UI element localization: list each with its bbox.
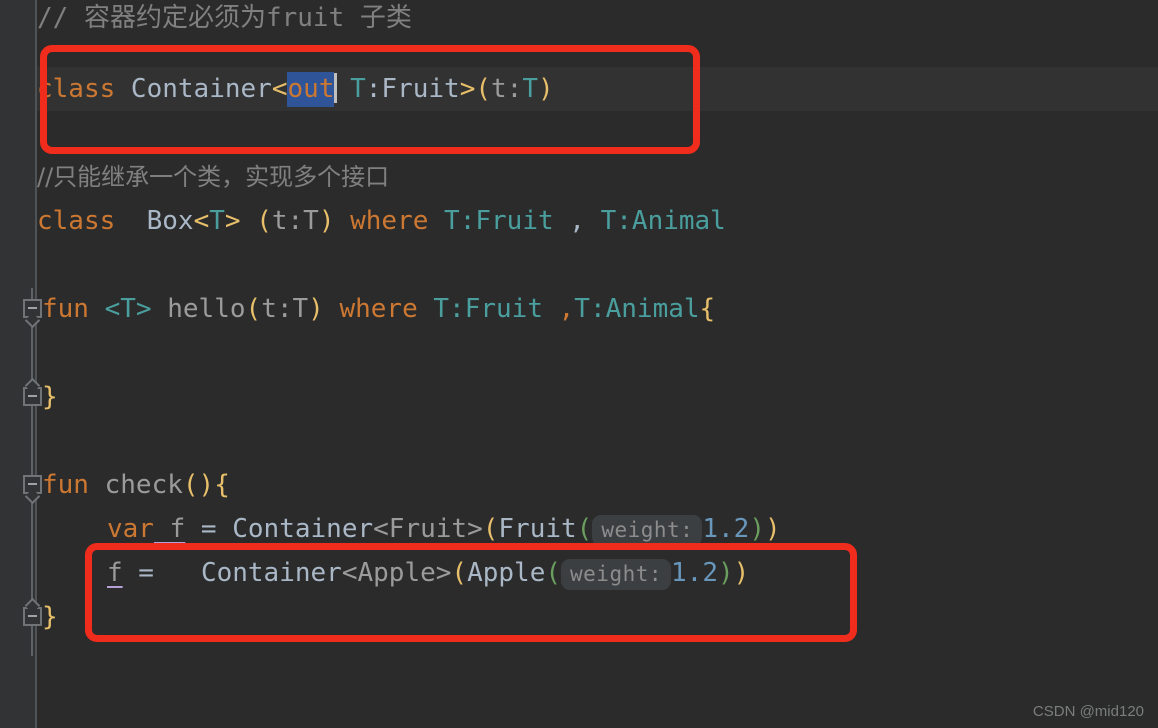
check-paren-close: )	[198, 470, 215, 500]
fold-rail-gap-2	[31, 626, 33, 656]
box-constraint-1: T:Fruit	[428, 206, 570, 236]
box-angle-open: <	[193, 206, 210, 236]
hello-param: t:T	[261, 294, 309, 324]
code-line-fun-hello[interactable]: fun <T> hello(t:T) where T:Fruit ,T:Anim…	[42, 287, 715, 331]
var-arg-paren-open: (	[576, 514, 593, 544]
assign-equals: =	[122, 558, 201, 588]
code-line-class-box[interactable]: class Box<T> (t:T) where T:Fruit , T:Ani…	[37, 199, 726, 243]
type-arg-apple: Apple	[357, 558, 436, 588]
kw-var: var	[107, 514, 154, 544]
colon-1: :	[365, 74, 382, 104]
code-line-comment-2[interactable]: //只能继承一个类，实现多个接口	[37, 155, 389, 199]
fold-marker-hello-open[interactable]	[23, 299, 42, 318]
box-type-param-t: T	[209, 206, 225, 236]
type-fruit: Fruit	[381, 74, 460, 104]
paren-close: )	[537, 74, 554, 104]
kw-where-box: where	[350, 206, 429, 236]
code-editor[interactable]: // 容器约定必须为fruit 子类 class Container<out T…	[0, 0, 1158, 728]
fun-name-check: check	[88, 470, 183, 500]
kw-fun-hello: fun	[42, 294, 89, 324]
var-paren-close: )	[764, 514, 781, 544]
type-arg-fruit: Fruit	[388, 514, 468, 544]
box-paren-close: )	[318, 206, 351, 236]
check-open-brace: {	[214, 470, 230, 500]
hello-open-brace: {	[699, 294, 716, 324]
assign-paren-open: (	[451, 558, 468, 588]
param-hint-weight-1: weight:	[592, 515, 703, 546]
kw-class-box: class	[37, 206, 116, 236]
hello-generic: <T>	[88, 294, 168, 324]
var-angle-close: >	[467, 514, 483, 544]
hello-constraint-2: T:Animal	[574, 294, 700, 324]
param-type-t: T	[522, 74, 538, 104]
arg-ctor-fruit: Fruit	[498, 514, 577, 544]
arg-ctor-apple: Apple	[467, 558, 546, 588]
param-t: t	[491, 74, 507, 104]
box-comma: ,	[569, 206, 585, 236]
assign-paren-close: )	[733, 558, 750, 588]
space-after-out	[334, 74, 350, 104]
fold-marker-check-close[interactable]	[23, 607, 42, 626]
selected-out-keyword[interactable]: out	[287, 72, 335, 107]
param-hint-weight-2: weight:	[561, 559, 672, 590]
fold-marker-check-open[interactable]	[23, 475, 42, 494]
hello-paren-open: (	[245, 294, 262, 324]
hello-paren-close: )	[308, 294, 340, 324]
box-paren-open: (	[256, 206, 272, 236]
code-line-var-f[interactable]: var f = Container<Fruit>(Fruit(weight: 1.…	[107, 507, 781, 551]
assign-arg-paren-open: (	[545, 558, 562, 588]
box-param: t:T	[271, 206, 319, 236]
code-line-assign-f[interactable]: f = Container<Apple>(Apple(weight: 1.2))	[107, 551, 749, 595]
code-line-class-container[interactable]: class Container<out T:Fruit>(t:T)	[37, 67, 554, 111]
code-line-comment-1[interactable]: // 容器约定必须为fruit 子类	[37, 0, 412, 40]
arg-value-2: 1.2	[671, 558, 718, 588]
var-equals: =	[185, 514, 233, 544]
class-name-box: Box	[115, 206, 194, 236]
ctor-container-1: Container	[232, 514, 374, 544]
assign-arg-paren-close: )	[718, 558, 734, 588]
arg-value-1: 1.2	[702, 514, 750, 544]
code-line-close-brace-2[interactable]: }	[42, 595, 58, 639]
assign-angle-open: <	[341, 558, 358, 588]
box-angle-close: >	[224, 206, 257, 236]
check-paren-open: (	[182, 470, 199, 500]
ctor-container-2: Container	[200, 558, 342, 588]
fold-rail-gap-1	[31, 406, 33, 466]
kw-class: class	[37, 74, 116, 104]
var-name-f: f	[153, 514, 186, 544]
angle-close: >	[459, 74, 476, 104]
box-constraint-2: T:Animal	[584, 206, 726, 236]
class-name-container: Container	[115, 74, 272, 104]
angle-open: <	[271, 74, 288, 104]
var-arg-paren-close: )	[749, 514, 765, 544]
fold-marker-hello-close[interactable]	[23, 387, 42, 406]
csdn-watermark: CSDN @mid120	[1032, 703, 1144, 720]
assign-name-f: f	[107, 558, 123, 588]
code-line-close-brace-1[interactable]: }	[42, 375, 58, 419]
assign-angle-close: >	[435, 558, 452, 588]
kw-fun-check: fun	[42, 470, 89, 500]
fun-name-hello: hello	[167, 294, 246, 324]
var-angle-open: <	[373, 514, 389, 544]
hello-comma: ,	[558, 294, 575, 324]
param-colon: :	[506, 74, 523, 104]
kw-where-hello: where	[339, 294, 418, 324]
paren-open: (	[475, 74, 492, 104]
var-paren-open: (	[482, 514, 499, 544]
code-line-fun-check[interactable]: fun check(){	[42, 463, 230, 507]
type-param-t: T	[350, 74, 366, 104]
hello-constraint-1: T:Fruit	[417, 294, 559, 324]
